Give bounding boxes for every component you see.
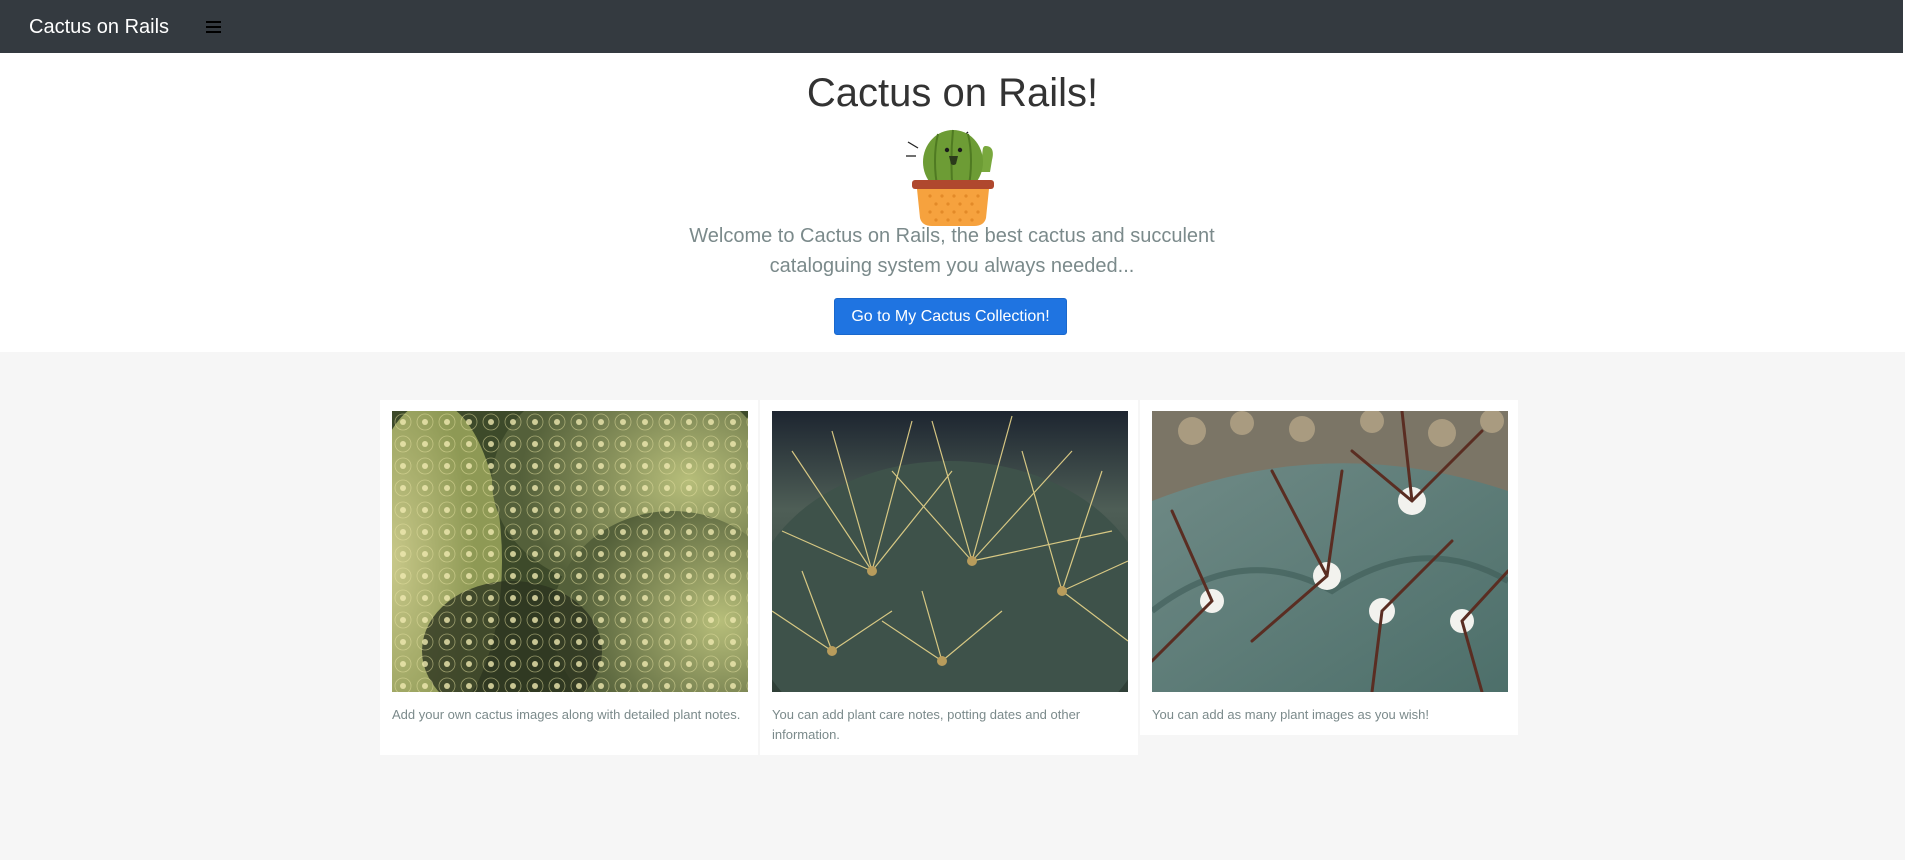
feature-card: You can add plant care notes, potting da… [760, 400, 1138, 755]
feature-card: Add your own cactus images along with de… [380, 400, 758, 755]
navbar-brand[interactable]: Cactus on Rails [29, 17, 169, 37]
features-section: Add your own cactus images along with de… [0, 352, 1905, 860]
cactus-photo-mammillaria [392, 411, 748, 692]
go-to-collection-button[interactable]: Go to My Cactus Collection! [834, 298, 1067, 335]
top-navbar: Cactus on Rails [0, 0, 1903, 53]
page-title: Cactus on Rails! [806, 71, 1099, 115]
feature-caption: Add your own cactus images along with de… [392, 707, 741, 722]
feature-caption: You can add plant care notes, potting da… [772, 707, 1081, 742]
hamburger-menu-icon[interactable] [199, 13, 227, 41]
cactus-logo [906, 129, 994, 226]
hero-section: Cactus on Rails! Welcome to Cactus on Ra… [0, 53, 1905, 352]
feature-caption: You can add as many plant images as you … [1152, 707, 1430, 722]
feature-card: You can add as many plant images as you … [1140, 400, 1518, 735]
hero-lead-text: Welcome to Cactus on Rails, the best cac… [689, 225, 1215, 277]
cactus-photo-red-spines [1152, 411, 1508, 692]
cactus-photo-golden-spines [772, 411, 1128, 692]
